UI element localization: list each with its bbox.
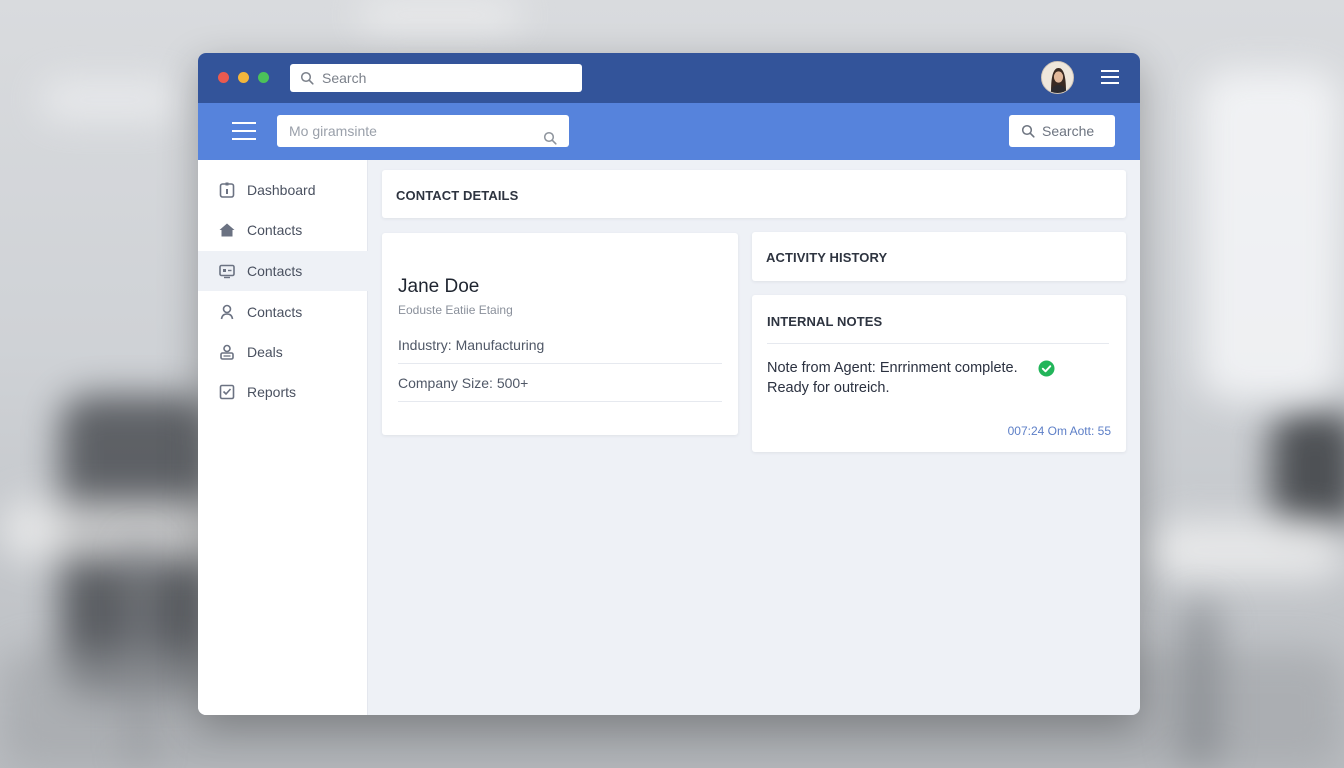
contact-card: Jane Doe Eoduste Eatiie Etaing Industry:… bbox=[382, 233, 738, 435]
sidebar-item-label: Dashboard bbox=[247, 182, 316, 198]
title-bar: Search bbox=[198, 53, 1140, 103]
search-icon[interactable] bbox=[543, 124, 557, 145]
reports-icon bbox=[218, 383, 236, 401]
close-window-button[interactable] bbox=[218, 72, 229, 83]
id-card-icon bbox=[218, 262, 236, 280]
menu-toggle-icon[interactable] bbox=[232, 121, 256, 141]
search-button-label: Searche bbox=[1042, 123, 1095, 139]
sidebar: Dashboard Contacts Contacts Contacts Dea… bbox=[198, 160, 368, 715]
internal-notes-card: INTERNAL NOTES Note from Agent: Enrrinme… bbox=[752, 295, 1126, 452]
home-icon bbox=[218, 221, 236, 239]
search-icon bbox=[1021, 124, 1035, 138]
sidebar-item-label: Contacts bbox=[247, 263, 303, 279]
divider bbox=[767, 343, 1109, 344]
note-text: Note from Agent: Enrrinment complete. Re… bbox=[767, 360, 1018, 396]
dashboard-icon bbox=[218, 181, 236, 199]
check-circle-icon bbox=[1038, 360, 1055, 377]
minimize-window-button[interactable] bbox=[238, 72, 249, 83]
hamburger-icon[interactable] bbox=[1101, 70, 1119, 84]
sidebar-item-dashboard[interactable]: Dashboard bbox=[198, 170, 368, 210]
activity-history-card[interactable]: ACTIVITY HISTORY bbox=[752, 232, 1126, 281]
sidebar-item-label: Deals bbox=[247, 344, 283, 360]
toolbar: Mo giramsinte Searche bbox=[198, 103, 1140, 160]
search-icon bbox=[300, 71, 314, 85]
activity-history-title: ACTIVITY HISTORY bbox=[766, 250, 888, 265]
toolbar-search-input[interactable]: Mo giramsinte bbox=[277, 115, 569, 147]
divider bbox=[398, 401, 722, 402]
sidebar-item-contacts[interactable]: Contacts bbox=[198, 210, 368, 250]
sidebar-item-contacts-people[interactable]: Contacts bbox=[198, 292, 368, 332]
sidebar-item-label: Contacts bbox=[247, 304, 303, 320]
person-icon bbox=[218, 303, 236, 321]
maximize-window-button[interactable] bbox=[258, 72, 269, 83]
divider bbox=[398, 363, 722, 364]
user-avatar[interactable] bbox=[1041, 61, 1074, 94]
company-size-field: Company Size: 500+ bbox=[398, 375, 529, 391]
sidebar-item-label: Contacts bbox=[247, 222, 303, 238]
toolbar-search-value: Mo giramsinte bbox=[289, 123, 377, 139]
contact-name: Jane Doe bbox=[398, 276, 480, 297]
global-search-input[interactable]: Search bbox=[290, 64, 582, 92]
app-window: Search Mo giramsinte Searche Dashboard C… bbox=[198, 53, 1140, 715]
industry-field: Industry: Manufacturing bbox=[398, 337, 545, 353]
search-button[interactable]: Searche bbox=[1009, 115, 1115, 147]
sidebar-item-deals[interactable]: Deals bbox=[198, 332, 368, 372]
contact-details-header: CONTACT DETAILS bbox=[382, 170, 1126, 218]
internal-notes-title: INTERNAL NOTES bbox=[767, 314, 883, 329]
deals-icon bbox=[218, 343, 236, 361]
contact-details-title: CONTACT DETAILS bbox=[396, 188, 519, 203]
sidebar-item-contacts-active[interactable]: Contacts bbox=[198, 251, 368, 291]
contact-subtitle: Eoduste Eatiie Etaing bbox=[398, 303, 513, 317]
note-timestamp: 007:24 Om Aott: 55 bbox=[1007, 424, 1111, 438]
global-search-placeholder: Search bbox=[322, 70, 367, 86]
sidebar-item-label: Reports bbox=[247, 384, 297, 400]
sidebar-item-reports[interactable]: Reports bbox=[198, 372, 368, 412]
